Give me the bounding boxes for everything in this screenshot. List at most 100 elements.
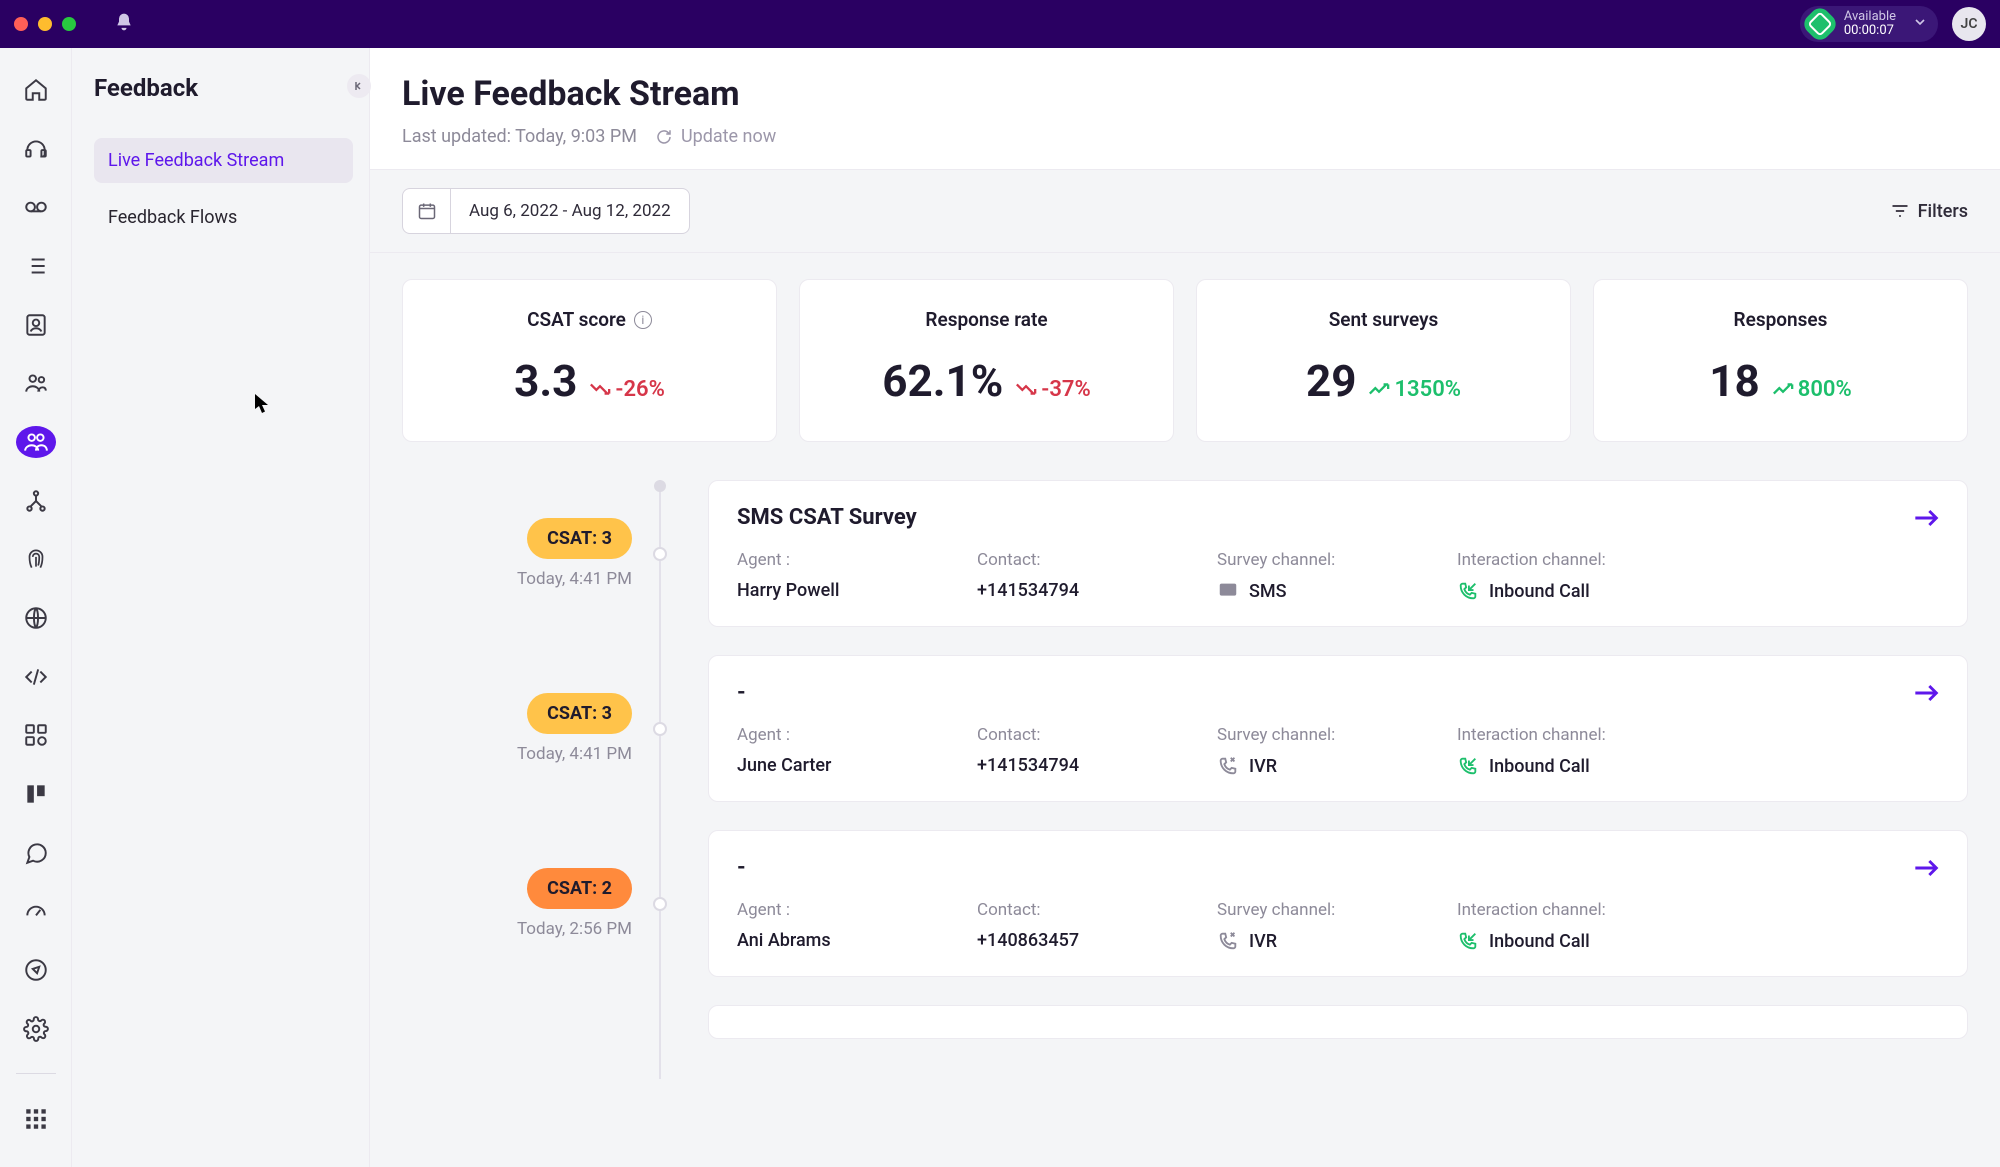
date-range-text: Aug 6, 2022 - Aug 12, 2022 xyxy=(451,189,689,233)
ivr-icon xyxy=(1217,930,1239,952)
kpi-row: CSAT scorei 3.3 -26% Response rate 62.1% xyxy=(402,279,1968,442)
date-range-picker[interactable]: Aug 6, 2022 - Aug 12, 2022 xyxy=(402,188,690,234)
timeline-time: Today, 2:56 PM xyxy=(517,919,632,939)
kpi-value: 3.3 xyxy=(514,355,577,407)
nav-blocks-icon[interactable] xyxy=(16,719,56,751)
nav-contact-icon[interactable] xyxy=(16,309,56,341)
nav-users-icon[interactable] xyxy=(16,426,56,458)
nav-fingerprint-icon[interactable] xyxy=(16,543,56,575)
kpi-value: 29 xyxy=(1306,355,1357,407)
agent-status-pill[interactable]: Available 00:00:07 xyxy=(1800,6,1938,43)
sidebar-item-live-feedback[interactable]: Live Feedback Stream xyxy=(94,138,353,183)
arrow-right-icon[interactable] xyxy=(1913,682,1941,708)
inbound-call-icon xyxy=(1457,930,1479,952)
bell-icon[interactable] xyxy=(114,12,134,36)
cursor-pointer-icon xyxy=(255,394,271,418)
kpi-sent-surveys: Sent surveys 29 1350% xyxy=(1196,279,1571,442)
nav-columns-icon[interactable] xyxy=(16,778,56,810)
timeline-time: Today, 4:41 PM xyxy=(517,569,632,589)
agent-value: Ani Abrams xyxy=(737,930,937,951)
kpi-delta: 800% xyxy=(1772,377,1852,402)
window-controls xyxy=(14,17,76,31)
update-now-button[interactable]: Update now xyxy=(655,126,776,147)
timeline-time: Today, 4:41 PM xyxy=(517,744,632,764)
agent-value: June Carter xyxy=(737,755,937,776)
nav-team-icon[interactable] xyxy=(16,367,56,399)
card-title: - xyxy=(737,855,1939,880)
subnav: Feedback Live Feedback Stream Feedback F… xyxy=(72,48,370,1167)
nav-branch-icon[interactable] xyxy=(16,485,56,517)
nav-rail xyxy=(0,48,72,1167)
filters-label: Filters xyxy=(1918,201,1968,222)
kpi-label: CSAT score xyxy=(527,308,626,331)
status-time: 00:00:07 xyxy=(1844,24,1896,38)
interaction-channel-label: Interaction channel: xyxy=(1457,550,1657,570)
timeline-node xyxy=(653,547,667,561)
survey-channel-value: SMS xyxy=(1217,580,1417,602)
timeline-node xyxy=(653,897,667,911)
contact-label: Contact: xyxy=(977,550,1177,570)
maximize-dot[interactable] xyxy=(62,17,76,31)
status-available-icon xyxy=(1800,4,1840,44)
survey-channel-label: Survey channel: xyxy=(1217,725,1417,745)
nav-voicemail-icon[interactable] xyxy=(16,191,56,223)
feedback-card[interactable] xyxy=(708,1005,1968,1039)
timeline-item xyxy=(402,1005,1968,1039)
kpi-delta: -37% xyxy=(1015,377,1090,402)
collapse-subnav-button[interactable] xyxy=(347,74,371,98)
contact-value: +141534794 xyxy=(977,755,1177,776)
nav-gauge-icon[interactable] xyxy=(16,895,56,927)
avatar[interactable]: JC xyxy=(1952,7,1986,41)
kpi-delta: 1350% xyxy=(1368,377,1461,402)
timeline-node xyxy=(653,722,667,736)
agent-value: Harry Powell xyxy=(737,580,937,601)
agent-label: Agent : xyxy=(737,725,937,745)
kpi-csat-score: CSAT scorei 3.3 -26% xyxy=(402,279,777,442)
agent-label: Agent : xyxy=(737,550,937,570)
nav-headset-icon[interactable] xyxy=(16,133,56,165)
close-dot[interactable] xyxy=(14,17,28,31)
ivr-icon xyxy=(1217,755,1239,777)
csat-pill: CSAT: 3 xyxy=(527,518,632,559)
arrow-right-icon[interactable] xyxy=(1913,507,1941,533)
contact-value: +141534794 xyxy=(977,580,1177,601)
nav-globe-icon[interactable] xyxy=(16,602,56,634)
minimize-dot[interactable] xyxy=(38,17,52,31)
kpi-label: Sent surveys xyxy=(1329,308,1439,331)
subnav-title: Feedback xyxy=(94,74,353,102)
nav-apps-icon[interactable] xyxy=(16,1103,56,1135)
filters-button[interactable]: Filters xyxy=(1890,201,1968,222)
last-updated: Last updated: Today, 9:03 PM xyxy=(402,126,637,147)
kpi-value: 62.1% xyxy=(882,355,1003,407)
nav-home-icon[interactable] xyxy=(16,74,56,106)
main-content: Live Feedback Stream Last updated: Today… xyxy=(370,48,2000,1167)
survey-channel-label: Survey channel: xyxy=(1217,550,1417,570)
sidebar-item-feedback-flows[interactable]: Feedback Flows xyxy=(94,195,353,240)
nav-chat-icon[interactable] xyxy=(16,837,56,869)
kpi-responses: Responses 18 800% xyxy=(1593,279,1968,442)
inbound-call-icon xyxy=(1457,580,1479,602)
csat-pill: CSAT: 2 xyxy=(527,868,632,909)
interaction-channel-value: Inbound Call xyxy=(1457,755,1657,777)
inbound-call-icon xyxy=(1457,755,1479,777)
feedback-card[interactable]: - Agent : June Carter Contact: +14153 xyxy=(708,655,1968,802)
contact-value: +140863457 xyxy=(977,930,1177,951)
info-icon[interactable]: i xyxy=(634,311,652,329)
contact-label: Contact: xyxy=(977,900,1177,920)
nav-list-icon[interactable] xyxy=(16,250,56,282)
nav-settings-icon[interactable] xyxy=(16,1013,56,1045)
timeline-item: CSAT: 2 Today, 2:56 PM - Agent : Ani Abr… xyxy=(402,830,1968,977)
interaction-channel-value: Inbound Call xyxy=(1457,930,1657,952)
kpi-label: Response rate xyxy=(925,308,1047,331)
feedback-card[interactable]: SMS CSAT Survey Agent : Harry Powell Con… xyxy=(708,480,1968,627)
arrow-right-icon[interactable] xyxy=(1913,857,1941,883)
survey-channel-value: IVR xyxy=(1217,755,1417,777)
feedback-card[interactable]: - Agent : Ani Abrams Contact: +140863 xyxy=(708,830,1968,977)
contact-label: Contact: xyxy=(977,725,1177,745)
card-title: SMS CSAT Survey xyxy=(737,505,1939,530)
kpi-label: Responses xyxy=(1734,308,1828,331)
nav-compass-icon[interactable] xyxy=(16,954,56,986)
nav-code-icon[interactable] xyxy=(16,661,56,693)
page-title: Live Feedback Stream xyxy=(402,74,1968,114)
interaction-channel-value: Inbound Call xyxy=(1457,580,1657,602)
